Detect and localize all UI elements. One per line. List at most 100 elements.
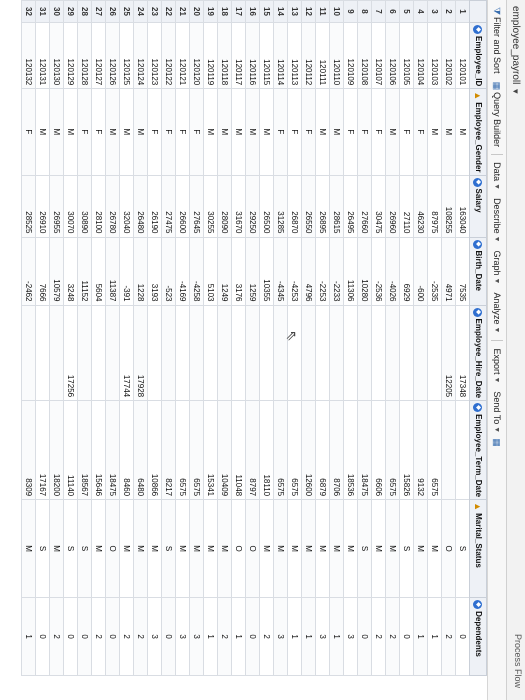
table-cell[interactable]: 8706 (329, 400, 344, 500)
table-cell[interactable]: 6575 (175, 400, 190, 500)
table-cell[interactable]: 120129 (63, 22, 78, 89)
table-cell[interactable]: 6575 (189, 400, 204, 500)
table-cell[interactable]: 28525 (21, 175, 36, 237)
table-cell[interactable]: M (105, 88, 120, 175)
table-cell[interactable] (315, 305, 330, 401)
table-cell[interactable]: 6929 (399, 237, 414, 305)
table-cell[interactable]: M (315, 499, 330, 598)
table-cell[interactable]: 6575 (273, 400, 288, 500)
table-cell[interactable]: 1 (21, 597, 36, 676)
table-cell[interactable]: 108255 (441, 175, 456, 237)
table-cell[interactable]: 3248 (63, 237, 78, 305)
process-flow-tab[interactable]: Process Flow (513, 634, 523, 688)
table-cell[interactable]: 120114 (273, 22, 288, 89)
column-header-term-date[interactable]: ◆Employee_Term_Date (469, 400, 487, 500)
table-cell[interactable]: 0 (245, 597, 260, 676)
table-cell[interactable]: 26910 (35, 175, 50, 237)
table-cell[interactable] (161, 305, 176, 401)
table-row[interactable]: 6 120106 M 26960 -4026 6575 M 2 (385, 0, 400, 676)
table-cell[interactable]: S (35, 499, 50, 598)
table-cell[interactable] (287, 305, 302, 401)
table-cell[interactable] (35, 305, 50, 401)
table-cell[interactable]: 120115 (259, 22, 274, 89)
table-cell[interactable]: 8460 (119, 400, 134, 500)
table-cell[interactable]: 120101 (455, 22, 470, 89)
table-cell[interactable] (413, 305, 428, 401)
table-cell[interactable] (203, 305, 218, 401)
table-cell[interactable]: M (427, 88, 442, 175)
row-number[interactable]: 2 (441, 0, 456, 23)
row-number[interactable]: 8 (357, 0, 372, 23)
table-cell[interactable]: -2253 (315, 237, 330, 305)
table-cell[interactable]: 30070 (63, 175, 78, 237)
table-cell[interactable]: 29250 (245, 175, 260, 237)
table-cell[interactable]: 5103 (203, 237, 218, 305)
table-cell[interactable]: 120105 (399, 22, 414, 89)
table-cell[interactable]: 17928 (133, 305, 148, 401)
table-cell[interactable]: 32040 (119, 175, 134, 237)
table-cell[interactable]: 28100 (91, 175, 106, 237)
table-cell[interactable]: F (413, 88, 428, 175)
table-cell[interactable]: F (21, 88, 36, 175)
table-cell[interactable]: 2 (133, 597, 148, 676)
table-cell[interactable]: 27645 (189, 175, 204, 237)
table-cell[interactable] (49, 305, 64, 401)
table-cell[interactable]: 30890 (77, 175, 92, 237)
table-cell[interactable]: 3 (189, 597, 204, 676)
table-cell[interactable]: 18567 (77, 400, 92, 500)
table-cell[interactable]: 18200 (49, 400, 64, 500)
table-cell[interactable] (77, 305, 92, 401)
table-cell[interactable]: 17167 (35, 400, 50, 500)
table-cell[interactable]: 30255 (203, 175, 218, 237)
table-row[interactable]: 29 120129 M 30070 3248 17256 11140 S 0 (63, 0, 78, 676)
table-cell[interactable]: O (245, 499, 260, 598)
table-cell[interactable]: 26780 (105, 175, 120, 237)
table-row[interactable]: 31 120131 M 26910 7666 17167 S 0 (35, 0, 50, 676)
row-number[interactable]: 26 (105, 0, 120, 23)
row-number[interactable]: 13 (287, 0, 302, 23)
row-number[interactable]: 30 (49, 0, 64, 23)
table-cell[interactable]: M (133, 88, 148, 175)
table-cell[interactable]: 9132 (413, 400, 428, 500)
table-cell[interactable]: 26550 (301, 175, 316, 237)
table-cell[interactable] (343, 305, 358, 401)
table-row[interactable]: 3 120103 M 87975 -2535 6575 M 1 (427, 0, 442, 676)
export-menu[interactable]: Export ▼ (492, 345, 502, 386)
table-cell[interactable]: M (49, 499, 64, 598)
table-cell[interactable]: M (259, 499, 274, 598)
table-cell[interactable]: 26500 (259, 175, 274, 237)
table-row[interactable]: 28 120128 F 30890 11152 18567 S 0 (77, 0, 92, 676)
row-number[interactable]: 5 (399, 0, 414, 23)
table-cell[interactable]: 2 (385, 597, 400, 676)
table-cell[interactable]: 18110 (259, 400, 274, 500)
table-cell[interactable]: F (77, 88, 92, 175)
table-cell[interactable]: 120116 (245, 22, 260, 89)
table-cell[interactable]: S (399, 499, 414, 598)
table-row[interactable]: 22 120122 F 27475 -523 8217 S 0 (161, 0, 176, 676)
table-row[interactable]: 25 120125 M 32040 -391 17744 8460 M 2 (119, 0, 134, 676)
column-header-hire-date[interactable]: ◆Employee_Hire_Date (469, 305, 487, 401)
table-cell[interactable]: F (273, 88, 288, 175)
table-cell[interactable]: 27110 (399, 175, 414, 237)
table-cell[interactable]: F (399, 88, 414, 175)
corner-cell[interactable] (469, 0, 487, 23)
table-cell[interactable]: 7535 (455, 237, 470, 305)
table-cell[interactable]: 26870 (287, 175, 302, 237)
table-cell[interactable]: 27660 (357, 175, 372, 237)
table-cell[interactable]: 120109 (343, 22, 358, 89)
table-row[interactable]: 19 120119 M 30255 5103 15341 M 1 (203, 0, 218, 676)
row-number[interactable]: 15 (259, 0, 274, 23)
table-cell[interactable]: 0 (105, 597, 120, 676)
table-cell[interactable]: -2536 (371, 237, 386, 305)
table-cell[interactable]: S (63, 499, 78, 598)
table-cell[interactable]: 1 (329, 597, 344, 676)
table-cell[interactable]: 18536 (343, 400, 358, 500)
table-cell[interactable] (399, 305, 414, 401)
column-header-employee-id[interactable]: ◆Employee_ID (469, 22, 487, 89)
table-cell[interactable]: 15341 (203, 400, 218, 500)
send-to-menu[interactable]: Send To ▼ (492, 388, 502, 436)
table-cell[interactable]: 6480 (133, 400, 148, 500)
table-cell[interactable] (273, 305, 288, 401)
table-cell[interactable]: 1249 (217, 237, 232, 305)
table-cell[interactable]: 7666 (35, 237, 50, 305)
